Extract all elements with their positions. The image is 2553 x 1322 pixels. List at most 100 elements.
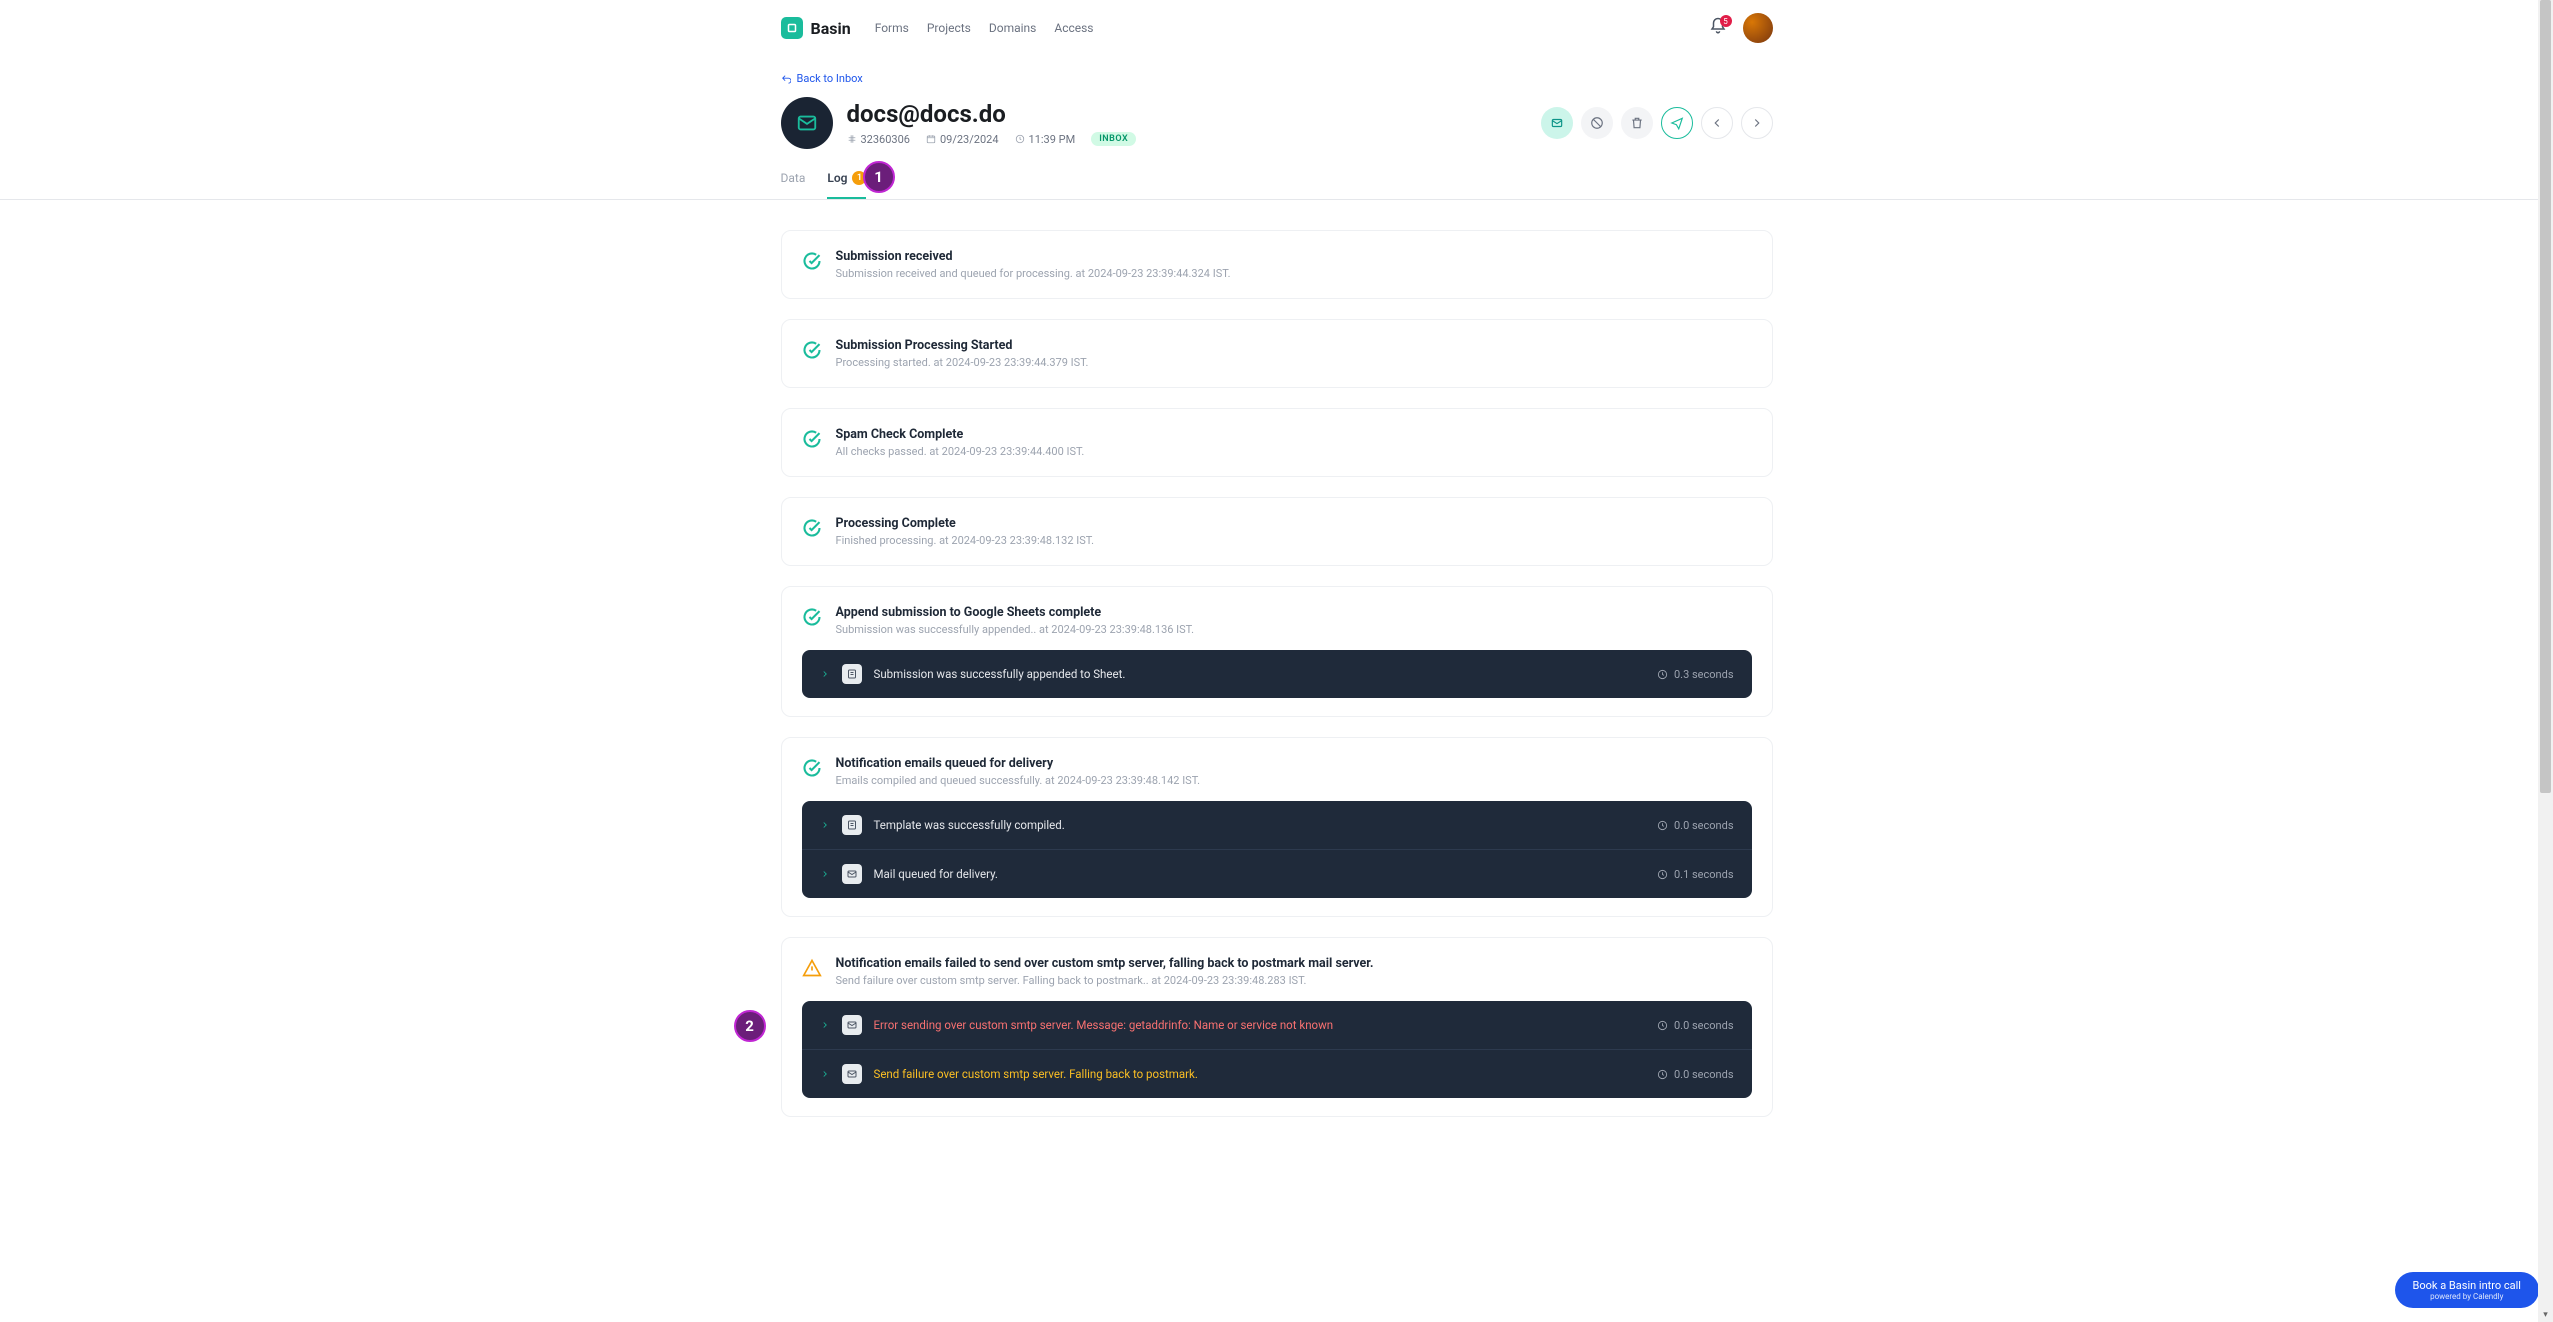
log-desc: Send failure over custom smtp server. Fa… [836,974,1374,987]
log-card: Append submission to Google Sheets compl… [781,586,1773,717]
log-detail-row[interactable]: Template was successfully compiled. 0.0 s… [802,801,1752,849]
log-title: Append submission to Google Sheets compl… [836,605,1194,620]
log-card: Notification emails queued for delivery E… [781,737,1773,917]
send-icon [1670,116,1684,130]
row-text: Submission was successfully appended to … [874,667,1126,681]
log-detail-row[interactable]: Submission was successfully appended to … [802,650,1752,698]
row-duration: 0.0 seconds [1657,819,1734,832]
check-icon [802,429,822,453]
log-card: Submission received Submission received a… [781,230,1773,299]
row-text: Error sending over custom smtp server. M… [874,1018,1334,1032]
log-title: Notification emails queued for delivery [836,756,1201,771]
log-desc: All checks passed. at 2024-09-23 23:39:4… [836,445,1085,458]
check-icon [802,758,822,782]
nav-access[interactable]: Access [1054,21,1093,35]
submission-date: 09/23/2024 [926,133,999,146]
logo-icon [781,17,803,39]
calendar-icon [926,134,936,144]
log-detail-row[interactable]: Error sending over custom smtp server. M… [802,1001,1752,1049]
trash-icon [1630,116,1644,130]
arrow-right-icon [1750,116,1764,130]
back-link-text: Back to Inbox [797,72,863,85]
row-duration: 0.1 seconds [1657,868,1734,881]
calendly-main: Book a Basin intro call [2413,1279,2521,1292]
calendly-sub: powered by Calendly [2413,1292,2521,1301]
nav-forms[interactable]: Forms [875,21,909,35]
next-button[interactable] [1741,107,1773,139]
notif-badge: 5 [1720,15,1732,27]
log-detail-row[interactable]: Send failure over custom smtp server. Fa… [802,1049,1752,1098]
check-icon [802,518,822,542]
hash-icon [847,134,857,144]
scrollbar[interactable]: ▴ ▾ [2538,0,2553,1322]
delete-button[interactable] [1621,107,1653,139]
log-desc: Processing started. at 2024-09-23 23:39:… [836,356,1089,369]
back-arrow-icon [781,74,791,84]
resend-button[interactable] [1661,107,1693,139]
log-title: Notification emails failed to send over … [836,956,1374,971]
warning-icon [802,958,822,982]
nav-projects[interactable]: Projects [927,21,971,35]
page-title: docs@docs.do [847,100,1137,128]
log-detail-panel: Error sending over custom smtp server. M… [802,1001,1752,1098]
nav-domains[interactable]: Domains [989,21,1037,35]
scroll-down-arrow[interactable]: ▾ [2538,1307,2553,1322]
row-type-icon [842,815,862,835]
arrow-left-icon [1710,116,1724,130]
log-detail-panel: Submission was successfully appended to … [802,650,1752,698]
row-text: Mail queued for delivery. [874,867,998,881]
calendly-button[interactable]: Book a Basin intro call powered by Calen… [2395,1272,2539,1308]
check-icon [802,251,822,275]
log-desc: Submission was successfully appended.. a… [836,623,1194,636]
log-desc: Finished processing. at 2024-09-23 23:39… [836,534,1095,547]
row-type-icon [842,1015,862,1035]
prev-button[interactable] [1701,107,1733,139]
logo[interactable]: Basin [781,17,851,39]
scrollbar-thumb[interactable] [2540,0,2551,793]
log-desc: Submission received and queued for proce… [836,267,1231,280]
spam-button[interactable] [1581,107,1613,139]
mark-read-button[interactable] [1541,107,1573,139]
mail-avatar [781,97,833,149]
log-card: Processing Complete Finished processing. … [781,497,1773,566]
log-title: Submission received [836,249,1231,264]
log-card: Submission Processing Started Processing … [781,319,1773,388]
row-duration: 0.3 seconds [1657,668,1734,681]
row-type-icon [842,864,862,884]
submission-header: docs@docs.do 32360306 09/23/2024 11:39 P… [781,97,1773,149]
back-to-inbox-link[interactable]: Back to Inbox [781,56,863,97]
log-desc: Emails compiled and queued successfully.… [836,774,1201,787]
notifications-button[interactable]: 5 [1709,17,1727,39]
check-icon [802,340,822,364]
mail-icon [796,112,818,134]
row-type-icon [842,1064,862,1084]
log-title: Processing Complete [836,516,1095,531]
check-icon [802,607,822,631]
log-detail-row[interactable]: Mail queued for delivery. 0.1 seconds [802,849,1752,898]
row-text: Send failure over custom smtp server. Fa… [874,1067,1198,1081]
avatar[interactable] [1743,13,1773,43]
tabs: Data Log 1 1 [781,171,1773,199]
row-text: Template was successfully compiled. [874,818,1065,832]
topbar: Basin Forms Projects Domains Access 5 [757,0,1797,56]
tab-log[interactable]: Log 1 [827,171,866,199]
clock-icon [1015,134,1025,144]
tab-data[interactable]: Data [781,171,806,199]
mail-open-icon [1550,116,1564,130]
annotation-1: 1 [863,161,895,193]
log-card: Spam Check Complete All checks passed. at… [781,408,1773,477]
log-card: Notification emails failed to send over … [781,937,1773,1117]
status-badge: INBOX [1091,132,1136,146]
log-title: Submission Processing Started [836,338,1089,353]
block-icon [1590,116,1604,130]
row-type-icon [842,664,862,684]
brand-text: Basin [811,19,851,38]
row-duration: 0.0 seconds [1657,1068,1734,1081]
annotation-2: 2 [734,1010,766,1042]
log-detail-panel: Template was successfully compiled. 0.0 s… [802,801,1752,898]
row-duration: 0.0 seconds [1657,1019,1734,1032]
submission-time: 11:39 PM [1015,133,1076,146]
submission-id: 32360306 [847,133,910,146]
log-title: Spam Check Complete [836,427,1085,442]
log-area: Submission received Submission received a… [757,200,1797,1197]
